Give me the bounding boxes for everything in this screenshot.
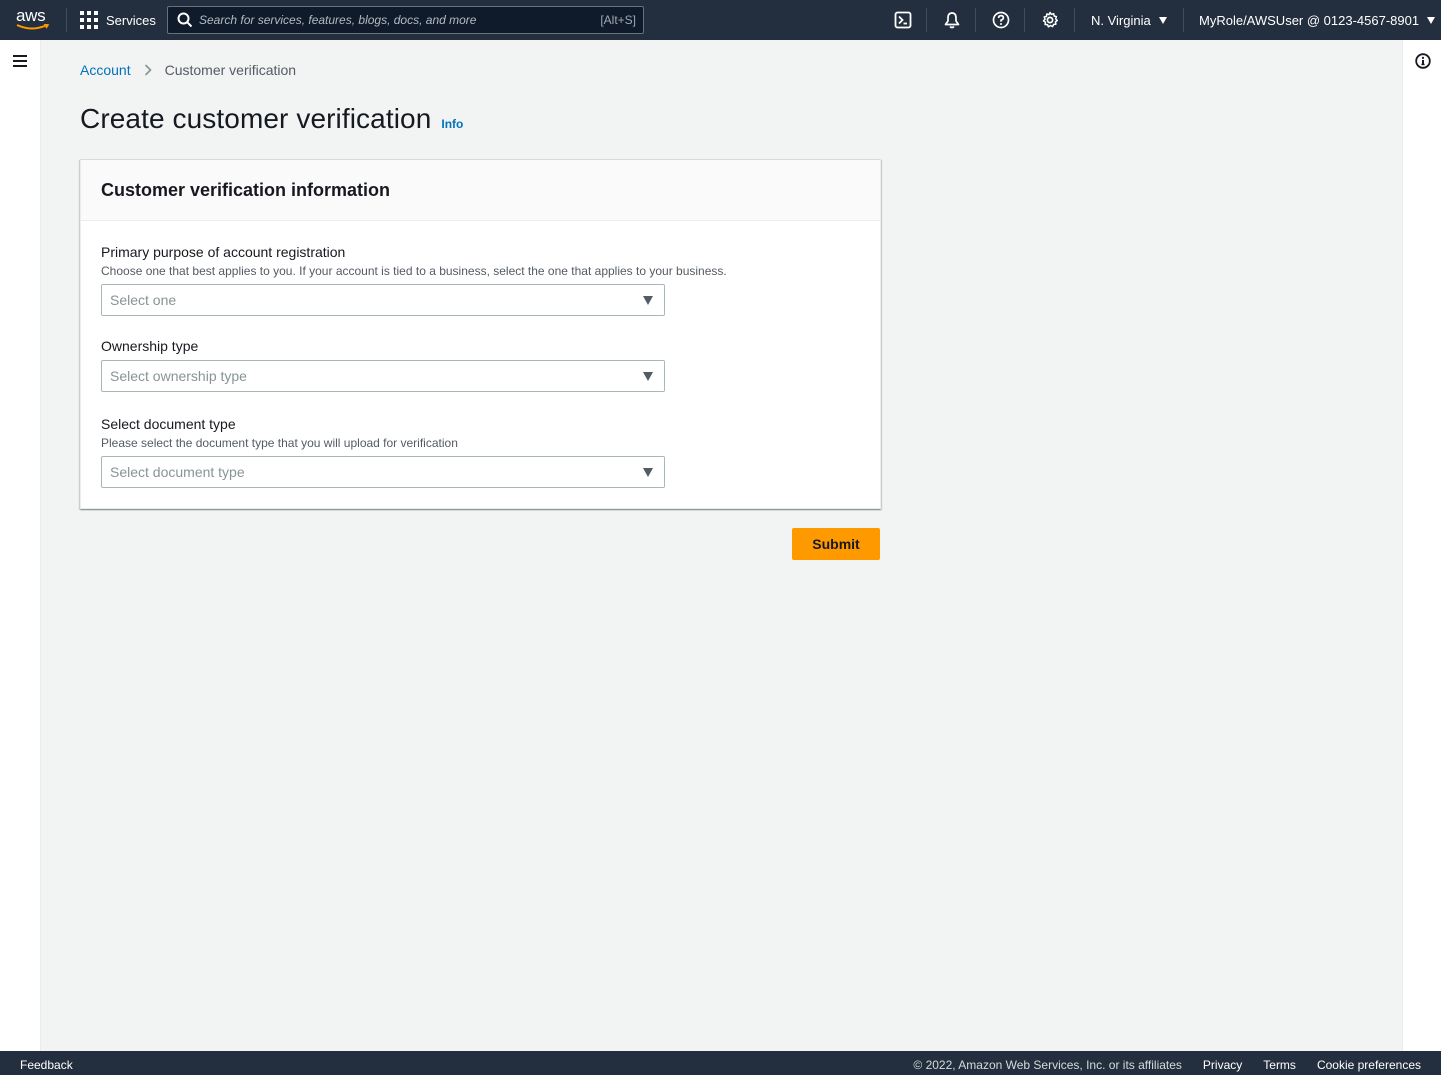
menu-hamburger-icon[interactable] [13,55,27,67]
region-label: N. Virginia [1091,12,1151,28]
primary-purpose-field: Primary purpose of account registration … [101,244,727,316]
aws-logo-text: aws [16,6,46,25]
search-icon [177,12,193,28]
account-label: MyRole/AWSUser @ 0123-4567-8901 [1199,12,1420,28]
top-navigation: aws Services [Alt+S] [0,0,1441,40]
panel-title: Customer verification information [101,180,391,200]
services-menu-button[interactable]: Services [80,0,156,40]
global-search[interactable]: [Alt+S] [167,6,644,34]
services-grid-icon [80,11,98,29]
help-icon [992,11,1010,29]
notifications-button[interactable] [942,10,962,30]
account-menu[interactable]: MyRole/AWSUser @ 0123-4567-8901 [1199,0,1436,40]
customer-verification-panel: Customer verification information Primar… [80,159,881,509]
select-placeholder: Select one [110,292,177,308]
dropdown-caret-icon [643,467,653,477]
cloudshell-icon [894,11,912,29]
select-placeholder: Select document type [110,464,245,480]
submit-button[interactable]: Submit [792,528,880,560]
nav-divider [1183,8,1184,32]
settings-gear-icon [1042,11,1059,28]
settings-button[interactable] [1040,10,1060,30]
region-selector[interactable]: N. Virginia [1091,0,1167,40]
breadcrumb-current: Customer verification [164,62,297,78]
breadcrumb: Account Customer verification [80,62,296,78]
page-header: Create customer verification Info [80,103,463,135]
info-panel-icon[interactable] [1415,53,1431,69]
select-placeholder: Select ownership type [110,368,247,384]
document-type-select[interactable]: Select document type [101,456,665,488]
field-label: Primary purpose of account registration [101,244,346,260]
copyright-text: © 2022, Amazon Web Services, Inc. or its… [913,1058,1182,1072]
aws-logo[interactable]: aws [16,6,50,33]
notifications-bell-icon [944,12,960,29]
caret-down-icon [1158,16,1167,24]
info-link[interactable]: Info [441,117,463,131]
caret-down-icon [1427,16,1436,24]
search-shortcut-hint: [Alt+S] [600,13,636,27]
left-navigation-rail [0,40,41,1051]
nav-divider [926,8,927,32]
terms-link[interactable]: Terms [1263,1058,1296,1072]
field-label: Ownership type [101,338,199,354]
page-title: Create customer verification [80,103,432,134]
ownership-type-select[interactable]: Select ownership type [101,360,665,392]
ownership-type-field: Ownership type Select ownership type [101,338,665,392]
panel-header: Customer verification information [81,160,880,221]
services-label: Services [106,12,156,28]
dropdown-caret-icon [643,295,653,305]
privacy-link[interactable]: Privacy [1203,1058,1242,1072]
cookie-preferences-link[interactable]: Cookie preferences [1317,1058,1421,1072]
nav-divider [1024,8,1025,32]
footer-links: © 2022, Amazon Web Services, Inc. or its… [913,1058,1421,1072]
primary-purpose-select[interactable]: Select one [101,284,665,316]
breadcrumb-link-account[interactable]: Account [80,62,131,78]
search-input[interactable] [199,13,601,27]
right-tools-rail [1402,40,1441,1051]
field-description: Please select the document type that you… [101,436,458,450]
footer: Feedback © 2022, Amazon Web Services, In… [0,1051,1441,1075]
nav-divider [975,8,976,32]
nav-divider [1074,8,1075,32]
document-type-field: Select document type Please select the d… [101,416,665,488]
chevron-right-icon [144,64,152,76]
field-description: Choose one that best applies to you. If … [101,264,727,278]
nav-divider [66,8,67,32]
cloudshell-button[interactable] [893,10,913,30]
feedback-link[interactable]: Feedback [20,1058,73,1072]
help-button[interactable] [991,10,1011,30]
dropdown-caret-icon [643,371,653,381]
aws-smile-icon [16,24,50,30]
field-label: Select document type [101,416,236,432]
